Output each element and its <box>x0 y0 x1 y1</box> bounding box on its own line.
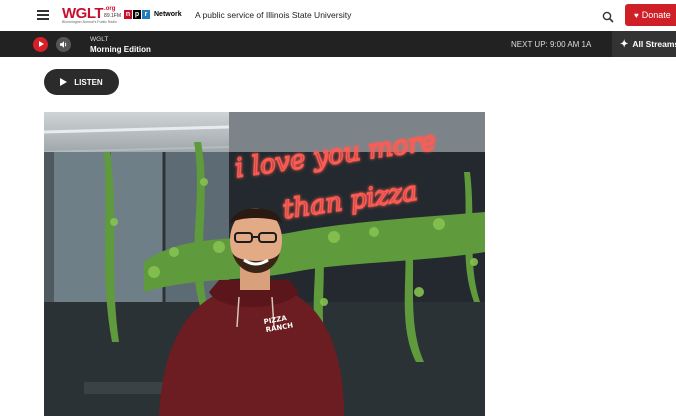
npr-network-logo[interactable]: n p r Network <box>124 10 182 19</box>
site-header: WGLT .org 89.1FM Bloomington-Normal's Pu… <box>0 0 676 31</box>
npr-letter-r: r <box>142 10 150 19</box>
site-tagline: A public service of Illinois State Unive… <box>195 10 352 20</box>
volume-icon[interactable] <box>56 37 71 52</box>
photo-illustration: i love you more than pizza PIZZA RANCH <box>44 112 485 416</box>
next-up-label: NEXT UP: 9:00 AM 1A <box>511 40 592 49</box>
live-player-bar: WGLT Morning Edition NEXT UP: 9:00 AM 1A… <box>0 31 676 57</box>
all-streams-button[interactable]: ✦ All Streams <box>612 31 676 57</box>
station-name: WGLT <box>90 36 109 43</box>
listen-label: LISTEN <box>74 77 103 87</box>
npr-letter-n: n <box>124 10 132 19</box>
listen-button[interactable]: LISTEN <box>44 69 119 95</box>
search-icon[interactable] <box>602 10 614 23</box>
hamburger-icon[interactable] <box>37 10 49 20</box>
article-photo: i love you more than pizza PIZZA RANCH <box>44 112 485 416</box>
donate-label: Donate <box>641 10 671 20</box>
logo-tagline: Bloomington-Normal's Public Radio <box>62 20 117 24</box>
heart-icon: ♥ <box>634 10 639 20</box>
donate-button[interactable]: ♥ Donate <box>625 4 676 26</box>
play-icon[interactable] <box>33 37 48 52</box>
program-name[interactable]: Morning Edition <box>90 45 151 54</box>
sparkle-icon: ✦ <box>620 38 629 50</box>
npr-letter-p: p <box>133 10 141 19</box>
logo-org: .org <box>104 6 116 12</box>
npr-network-label: Network <box>154 11 182 18</box>
logo-frequency: 89.1FM <box>104 13 121 19</box>
play-icon <box>60 78 68 86</box>
all-streams-label: All Streams <box>632 39 676 49</box>
